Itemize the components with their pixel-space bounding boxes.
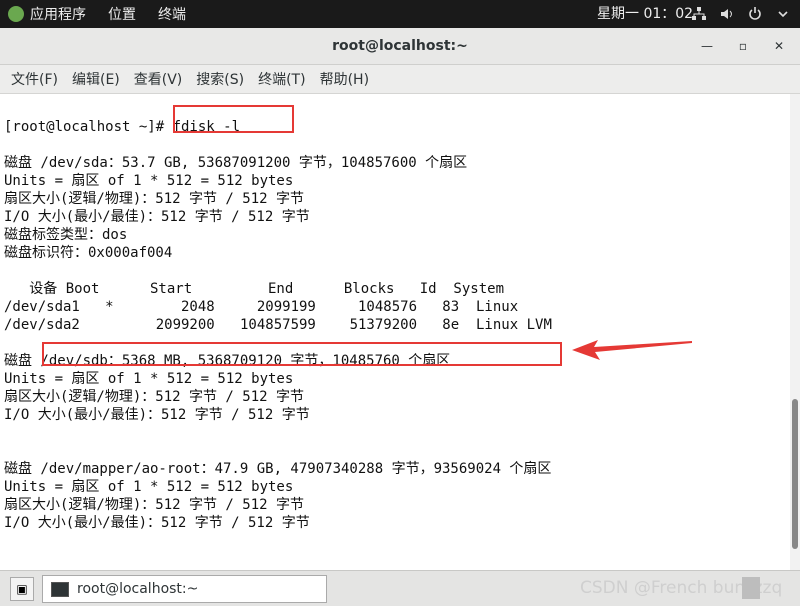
terminal-line: I/O 大小(最小/最佳)：512 字节 / 512 字节 [4, 209, 310, 225]
annotation-arrow-icon [572, 340, 692, 360]
top-panel: 应用程序 位置 终端 星期一 01：02 [0, 0, 800, 28]
terminal-output[interactable]: [root@localhost ~]# fdisk -l 磁盘 /dev/sda… [0, 94, 790, 570]
taskbar-item-label: root@localhost:~ [77, 581, 199, 597]
maximize-button[interactable]: ▫ [732, 35, 754, 57]
close-button[interactable]: ✕ [768, 35, 790, 57]
terminal-line: Units = 扇区 of 1 * 512 = 512 bytes [4, 371, 294, 387]
terminal-line: 设备 Boot Start End Blocks Id System [4, 281, 505, 297]
terminal-app-menu[interactable]: 终端 [158, 4, 186, 24]
menu-edit[interactable]: 编辑(E) [65, 69, 127, 89]
sdb-highlight-box [42, 342, 562, 366]
terminal-line: 磁盘标识符：0x000af004 [4, 245, 173, 261]
volume-icon[interactable] [720, 7, 734, 21]
terminal-line: 磁盘 /dev/sda：53.7 GB, 53687091200 字节，1048… [4, 155, 468, 171]
terminal-icon [51, 581, 69, 597]
terminal-line: 扇区大小(逻辑/物理)：512 字节 / 512 字节 [4, 389, 305, 405]
terminal-window: root@localhost:~ — ▫ ✕ 文件(F) 编辑(E) 查看(V)… [0, 28, 800, 570]
applications-menu[interactable]: 应用程序 [8, 4, 86, 24]
chevron-down-icon[interactable] [776, 7, 790, 21]
terminal-line: /dev/sda1 * 2048 2099199 1048576 83 Linu… [4, 299, 519, 315]
command-highlight-box [173, 105, 294, 133]
menu-terminal[interactable]: 终端(T) [251, 69, 312, 89]
menu-view[interactable]: 查看(V) [127, 69, 190, 89]
terminal-line: 扇区大小(逻辑/物理)：512 字节 / 512 字节 [4, 191, 305, 207]
terminal-line: 磁盘标签类型：dos [4, 227, 128, 243]
title-bar[interactable]: root@localhost:~ — ▫ ✕ [0, 28, 800, 65]
window-title: root@localhost:~ [332, 38, 468, 54]
menu-search[interactable]: 搜索(S) [189, 69, 251, 89]
menu-help[interactable]: 帮助(H) [313, 69, 376, 89]
terminal-line: /dev/sda2 2099200 104857599 51379200 8e … [4, 317, 552, 333]
scrollbar[interactable] [790, 94, 800, 570]
taskbar-terminal-item[interactable]: root@localhost:~ [42, 575, 327, 603]
taskbar: ▣ root@localhost:~ CSDN @French bun_zzq [0, 570, 800, 606]
show-desktop-button[interactable]: ▣ [10, 577, 34, 601]
menu-file[interactable]: 文件(F) [4, 69, 65, 89]
terminal-line: 扇区大小(逻辑/物理)：512 字节 / 512 字节 [4, 497, 305, 513]
workspace-pager[interactable] [742, 577, 760, 599]
minimize-button[interactable]: — [696, 35, 718, 57]
scrollbar-thumb[interactable] [792, 399, 798, 549]
terminal-line: I/O 大小(最小/最佳)：512 字节 / 512 字节 [4, 515, 310, 531]
terminal-line: Units = 扇区 of 1 * 512 = 512 bytes [4, 173, 294, 189]
menu-bar: 文件(F) 编辑(E) 查看(V) 搜索(S) 终端(T) 帮助(H) [0, 65, 800, 94]
applications-label: 应用程序 [30, 7, 86, 23]
apps-icon [8, 6, 24, 22]
clock[interactable]: 星期一 01：02 [597, 0, 693, 28]
power-icon[interactable] [748, 7, 762, 21]
terminal-line: I/O 大小(最小/最佳)：512 字节 / 512 字节 [4, 407, 310, 423]
network-icon[interactable] [692, 7, 706, 21]
places-menu[interactable]: 位置 [108, 4, 136, 24]
terminal-line: Units = 扇区 of 1 * 512 = 512 bytes [4, 479, 294, 495]
terminal-line: 磁盘 /dev/mapper/ao-root：47.9 GB, 47907340… [4, 461, 552, 477]
